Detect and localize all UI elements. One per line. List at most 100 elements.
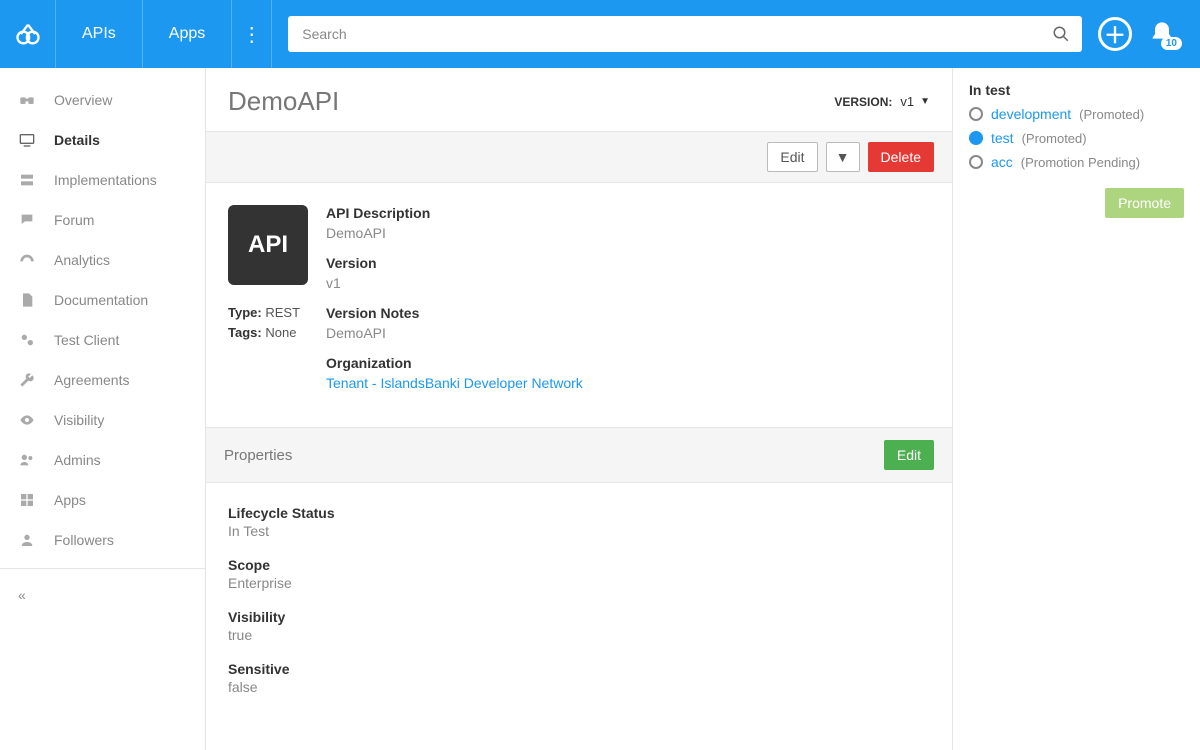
api-description-label: API Description	[326, 205, 930, 221]
organization-link[interactable]: Tenant - IslandsBanki Developer Network	[326, 375, 930, 391]
monitor-icon	[18, 132, 36, 148]
properties-title: Properties	[224, 447, 884, 464]
property-row: Lifecycle Status In Test	[228, 505, 930, 539]
topbar-right: ＋ 10	[1098, 17, 1200, 51]
properties-header: Properties Edit	[206, 428, 952, 483]
version-notes-value: DemoAPI	[326, 325, 930, 341]
version-notes-label: Version Notes	[326, 305, 930, 321]
delete-button[interactable]: Delete	[868, 142, 934, 172]
properties-edit-button[interactable]: Edit	[884, 440, 934, 470]
right-panel-title: In test	[969, 82, 1184, 98]
eye-icon	[18, 412, 36, 428]
notifications-button[interactable]: 10	[1148, 20, 1176, 48]
tags-value: None	[265, 325, 296, 340]
env-item-test[interactable]: test (Promoted)	[969, 130, 1184, 146]
user-icon	[18, 532, 36, 548]
search-input[interactable]	[288, 16, 1082, 52]
tags-label: Tags:	[228, 325, 262, 340]
property-value: In Test	[228, 523, 930, 539]
search-icon[interactable]	[1052, 25, 1070, 43]
edit-button[interactable]: Edit	[767, 142, 817, 172]
sidebar-item-label: Details	[54, 132, 100, 148]
radio-icon	[969, 107, 983, 121]
property-label: Visibility	[228, 609, 930, 625]
logo-icon	[14, 20, 42, 48]
sidebar-item-followers[interactable]: Followers	[0, 520, 205, 560]
wrench-icon	[18, 372, 36, 388]
env-item-acc[interactable]: acc (Promotion Pending)	[969, 154, 1184, 170]
version-field-value: v1	[326, 275, 930, 291]
type-value: REST	[265, 305, 300, 320]
chevron-double-left-icon: «	[18, 587, 26, 603]
sidebar-item-overview[interactable]: Overview	[0, 80, 205, 120]
radio-filled-icon	[969, 131, 983, 145]
cogs-icon	[18, 332, 36, 348]
api-description-value: DemoAPI	[326, 225, 930, 241]
property-row: Sensitive false	[228, 661, 930, 695]
sidebar: Overview Details Implementations Forum A…	[0, 68, 206, 750]
body-layout: Overview Details Implementations Forum A…	[0, 68, 1200, 750]
users-icon	[18, 452, 36, 468]
sidebar-divider	[0, 568, 205, 569]
sidebar-item-label: Visibility	[54, 412, 104, 428]
nav-apis[interactable]: APIs	[56, 0, 143, 68]
env-status: (Promoted)	[1022, 131, 1087, 146]
sidebar-item-label: Agreements	[54, 372, 129, 388]
plus-icon: ＋	[1104, 18, 1126, 50]
property-label: Lifecycle Status	[228, 505, 930, 521]
sidebar-item-label: Followers	[54, 532, 114, 548]
binoculars-icon	[18, 92, 36, 108]
version-label: VERSION:	[834, 95, 892, 109]
env-item-development[interactable]: development (Promoted)	[969, 106, 1184, 122]
nav-apps[interactable]: Apps	[143, 0, 232, 68]
sidebar-item-label: Documentation	[54, 292, 148, 308]
api-meta: Type: REST Tags: None	[228, 303, 308, 342]
description-card: API Type: REST Tags: None API Descriptio…	[206, 183, 952, 428]
sidebar-item-label: Implementations	[54, 172, 157, 188]
sidebar-item-label: Apps	[54, 492, 86, 508]
property-label: Scope	[228, 557, 930, 573]
version-value[interactable]: v1	[900, 94, 914, 109]
sidebar-item-documentation[interactable]: Documentation	[0, 280, 205, 320]
edit-dropdown-button[interactable]: ▼	[826, 142, 860, 172]
sidebar-item-label: Test Client	[54, 332, 119, 348]
api-icon: API	[228, 205, 308, 285]
sidebar-item-test-client[interactable]: Test Client	[0, 320, 205, 360]
logo[interactable]	[0, 0, 56, 68]
nav-more-button[interactable]: ⋮	[232, 0, 272, 68]
caret-down-icon[interactable]: ▼	[920, 96, 930, 107]
radio-icon	[969, 155, 983, 169]
topbar: APIs Apps ⋮ ＋ 10	[0, 0, 1200, 68]
server-icon	[18, 172, 36, 188]
version-field-label: Version	[326, 255, 930, 271]
sidebar-item-agreements[interactable]: Agreements	[0, 360, 205, 400]
title-row: DemoAPI VERSION: v1 ▼	[206, 68, 952, 131]
sidebar-item-label: Analytics	[54, 252, 110, 268]
sidebar-item-admins[interactable]: Admins	[0, 440, 205, 480]
sidebar-item-visibility[interactable]: Visibility	[0, 400, 205, 440]
sidebar-item-apps[interactable]: Apps	[0, 480, 205, 520]
sidebar-item-details[interactable]: Details	[0, 120, 205, 160]
promote-button[interactable]: Promote	[1105, 188, 1184, 218]
action-bar: Edit ▼ Delete	[206, 131, 952, 183]
env-status: (Promotion Pending)	[1021, 155, 1140, 170]
sidebar-item-implementations[interactable]: Implementations	[0, 160, 205, 200]
env-status: (Promoted)	[1079, 107, 1144, 122]
grid-icon	[18, 492, 36, 508]
more-vertical-icon: ⋮	[242, 22, 262, 47]
property-value: false	[228, 679, 930, 695]
file-icon	[18, 292, 36, 308]
sidebar-item-analytics[interactable]: Analytics	[0, 240, 205, 280]
property-value: Enterprise	[228, 575, 930, 591]
search-container	[272, 16, 1098, 52]
right-panel: In test development (Promoted) test (Pro…	[952, 68, 1200, 750]
collapse-sidebar-button[interactable]: «	[0, 577, 205, 613]
description-fields: API Description DemoAPI Version v1 Versi…	[326, 205, 930, 405]
gauge-icon	[18, 252, 36, 268]
add-button[interactable]: ＋	[1098, 17, 1132, 51]
sidebar-item-label: Admins	[54, 452, 101, 468]
sidebar-item-forum[interactable]: Forum	[0, 200, 205, 240]
main-content: DemoAPI VERSION: v1 ▼ Edit ▼ Delete API …	[206, 68, 952, 750]
sidebar-item-label: Forum	[54, 212, 94, 228]
env-name: development	[991, 106, 1071, 122]
